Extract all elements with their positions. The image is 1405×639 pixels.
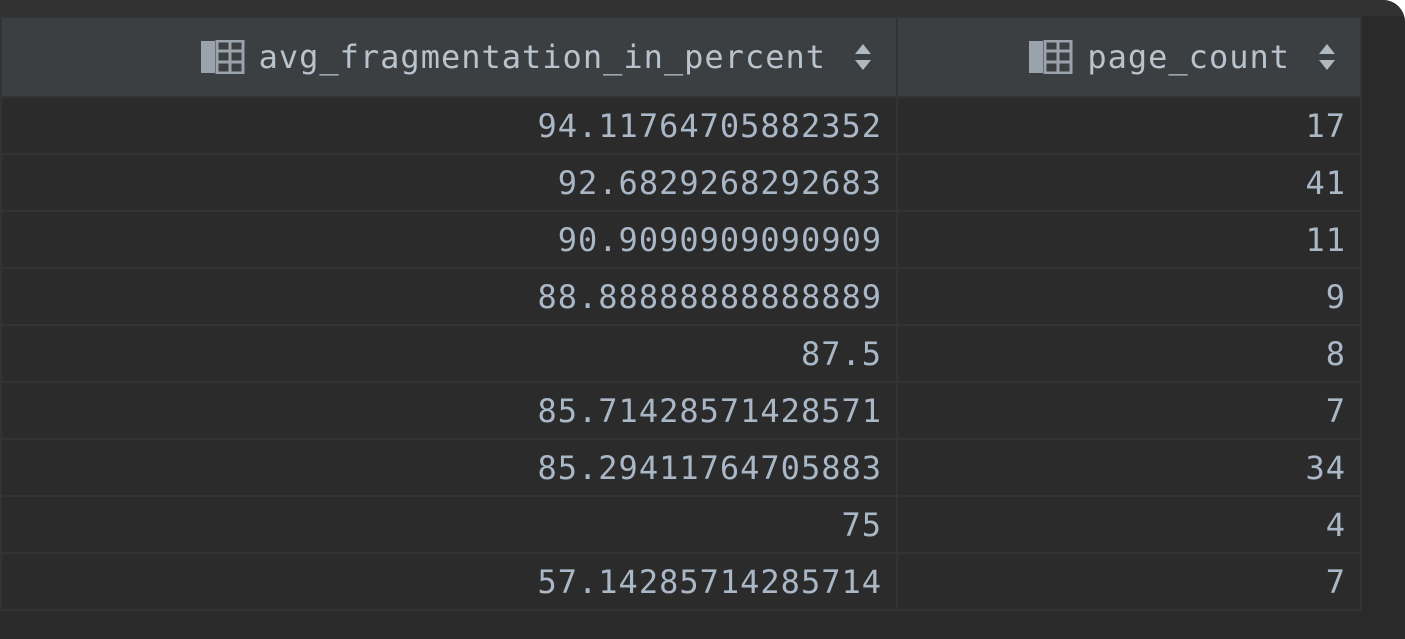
table-row[interactable]: 57.14285714285714 7: [0, 552, 1362, 611]
cell-page-count[interactable]: 17: [896, 96, 1362, 155]
column-header-avg-fragmentation[interactable]: avg_fragmentation_in_percent: [0, 16, 898, 98]
cell-avg-fragmentation[interactable]: 92.6829268292683: [0, 153, 898, 212]
table-row[interactable]: 75 4: [0, 495, 1362, 554]
cell-avg-fragmentation[interactable]: 87.5: [0, 324, 898, 383]
cell-page-count[interactable]: 7: [896, 381, 1362, 440]
toolbar-strip: [0, 0, 1405, 16]
cell-avg-fragmentation[interactable]: 57.14285714285714: [0, 552, 898, 611]
table-column-icon: [200, 40, 245, 74]
cell-avg-fragmentation[interactable]: 94.11764705882352: [0, 96, 898, 155]
column-header-label: page_count: [1087, 38, 1290, 76]
cell-avg-fragmentation[interactable]: 75: [0, 495, 898, 554]
cell-avg-fragmentation[interactable]: 90.9090909090909: [0, 210, 898, 269]
vertical-scroll-gutter[interactable]: [1360, 16, 1405, 639]
cell-avg-fragmentation[interactable]: 85.71428571428571: [0, 381, 898, 440]
sort-arrows-icon[interactable]: [854, 42, 872, 72]
table-row[interactable]: 85.71428571428571 7: [0, 381, 1362, 440]
header-row: avg_fragmentation_in_percent page_count: [0, 16, 1362, 98]
table-row[interactable]: 92.6829268292683 41: [0, 153, 1362, 212]
sort-arrows-icon[interactable]: [1318, 42, 1336, 72]
table-row[interactable]: 87.5 8: [0, 324, 1362, 383]
cell-page-count[interactable]: 11: [896, 210, 1362, 269]
cell-page-count[interactable]: 41: [896, 153, 1362, 212]
cell-page-count[interactable]: 7: [896, 552, 1362, 611]
results-window: avg_fragmentation_in_percent page_count …: [0, 0, 1405, 639]
cell-avg-fragmentation[interactable]: 88.88888888888889: [0, 267, 898, 326]
table-row[interactable]: 88.88888888888889 9: [0, 267, 1362, 326]
cell-page-count[interactable]: 34: [896, 438, 1362, 497]
column-header-label: avg_fragmentation_in_percent: [258, 38, 826, 76]
results-grid: avg_fragmentation_in_percent page_count …: [0, 16, 1362, 611]
table-row[interactable]: 85.29411764705883 34: [0, 438, 1362, 497]
cell-avg-fragmentation[interactable]: 85.29411764705883: [0, 438, 898, 497]
cell-page-count[interactable]: 9: [896, 267, 1362, 326]
table-row[interactable]: 90.9090909090909 11: [0, 210, 1362, 269]
table-row[interactable]: 94.11764705882352 17: [0, 96, 1362, 155]
cell-page-count[interactable]: 4: [896, 495, 1362, 554]
column-header-page-count[interactable]: page_count: [896, 16, 1362, 98]
cell-page-count[interactable]: 8: [896, 324, 1362, 383]
table-column-icon: [1029, 40, 1073, 74]
